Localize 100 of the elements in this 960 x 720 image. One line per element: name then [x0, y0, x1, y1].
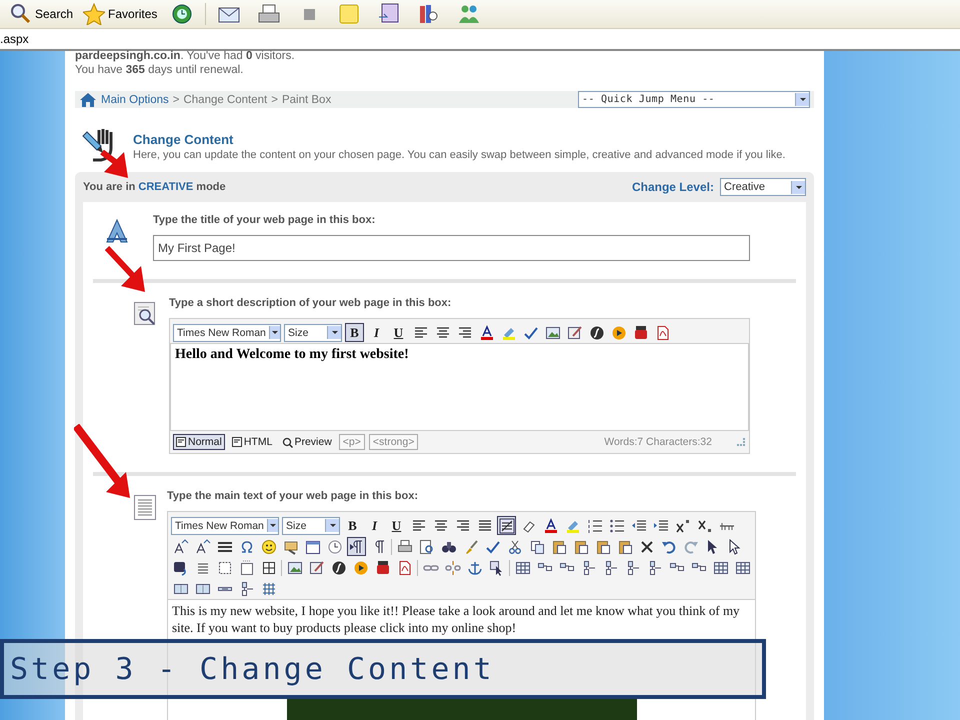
- format-button[interactable]: B: [345, 323, 364, 342]
- format-button[interactable]: I: [365, 516, 384, 535]
- toolbar-button[interactable]: Search: [8, 3, 76, 25]
- print-icon[interactable]: [396, 538, 412, 554]
- history-icon[interactable]: [171, 3, 194, 25]
- br-tag-icon[interactable]: [172, 560, 188, 576]
- home-icon[interactable]: [79, 92, 97, 108]
- pdf-icon[interactable]: [396, 560, 412, 576]
- justify-icon[interactable]: [476, 518, 492, 534]
- edit-image-icon[interactable]: [308, 560, 324, 576]
- breadcrumb-separator: >: [271, 94, 278, 106]
- spellcheck-icon[interactable]: [484, 538, 500, 554]
- flash-icon[interactable]: [330, 560, 346, 576]
- outdent-icon[interactable]: [630, 518, 646, 534]
- clock-icon[interactable]: [326, 538, 342, 554]
- change-level-label: Change Level:: [632, 180, 714, 194]
- align-left-icon[interactable]: [410, 518, 426, 534]
- people-icon[interactable]: [458, 3, 480, 25]
- unlink-icon[interactable]: [444, 560, 460, 576]
- image-icon[interactable]: [286, 560, 302, 576]
- editor-text[interactable]: Hello and Welcome to my first website!: [175, 346, 744, 363]
- cut-icon[interactable]: [506, 538, 522, 554]
- table-icon[interactable]: [712, 560, 728, 576]
- numbered-list-icon[interactable]: [586, 518, 602, 534]
- step-caption: Step 3 - Change Content: [0, 639, 766, 699]
- video-icon[interactable]: [374, 560, 390, 576]
- indent-icon[interactable]: [652, 518, 668, 534]
- level-dropdown[interactable]: Creative: [720, 178, 806, 196]
- format-button[interactable]: B: [343, 516, 362, 535]
- font-dropdown[interactable]: Times New Roman: [171, 516, 279, 534]
- quick-jump-menu[interactable]: -- Quick Jump Menu --: [578, 91, 810, 108]
- video-icon[interactable]: [632, 324, 648, 340]
- cursor-outline-icon[interactable]: [726, 538, 742, 554]
- account-info: pardeepsingh.co.in. You've had 0 visitors.: [75, 49, 296, 63]
- media-icon[interactable]: [352, 560, 368, 576]
- media-icon[interactable]: [610, 324, 626, 340]
- layer-icon[interactable]: [216, 560, 232, 576]
- size-dropdown[interactable]: Size: [282, 516, 340, 534]
- align-right-icon[interactable]: [456, 324, 472, 340]
- pointer-arrow: [100, 150, 128, 178]
- bullet-list-icon[interactable]: [608, 518, 624, 534]
- breadcrumb-separator: >: [172, 94, 180, 106]
- grid-icon[interactable]: [260, 580, 276, 596]
- crosshair-box-icon[interactable]: [260, 560, 276, 576]
- title-field[interactable]: My First Page!: [153, 235, 750, 261]
- normal-mode-icon: [176, 436, 187, 448]
- align-left-icon[interactable]: [412, 324, 428, 340]
- font-color-icon[interactable]: [478, 324, 494, 340]
- format-button[interactable]: U: [387, 516, 406, 535]
- align-right-icon[interactable]: [454, 518, 470, 534]
- document-icon: [133, 494, 157, 521]
- breadcrumb-link[interactable]: Main Options: [101, 94, 169, 106]
- toolbar-button[interactable]: Favorites: [81, 3, 160, 25]
- paragraph-icon[interactable]: [348, 538, 364, 554]
- dropdown-arrow-icon: [268, 523, 277, 528]
- format-button[interactable]: U: [389, 323, 408, 342]
- edit-image-icon[interactable]: [566, 324, 582, 340]
- clean-format-icon[interactable]: [498, 518, 514, 534]
- pointer-arrow: [105, 246, 145, 292]
- dropdown-arrow-icon: [330, 330, 338, 335]
- calendar-icon[interactable]: [304, 538, 320, 554]
- stamp-icon[interactable]: [282, 538, 298, 554]
- paste-icon[interactable]: [550, 538, 566, 554]
- format-button[interactable]: I: [367, 323, 386, 342]
- font-size-icon[interactable]: [172, 538, 188, 554]
- html-mode-icon: [232, 436, 243, 448]
- size-dropdown[interactable]: Size: [284, 324, 342, 342]
- font-size-icon[interactable]: [194, 538, 210, 554]
- copy-icon[interactable]: [528, 538, 544, 554]
- delete-icon[interactable]: [638, 538, 654, 554]
- undo-icon[interactable]: [660, 538, 676, 554]
- mode-tab[interactable]: Normal: [173, 434, 225, 450]
- dashed-box-icon[interactable]: [238, 560, 254, 576]
- spellcheck-icon[interactable]: [522, 324, 538, 340]
- table-icon[interactable]: [734, 560, 750, 576]
- superscript-icon[interactable]: [674, 518, 690, 534]
- smiley-icon[interactable]: [260, 538, 276, 554]
- paste-icon[interactable]: [572, 538, 588, 554]
- printer-icon[interactable]: [258, 3, 280, 25]
- mode-tab[interactable]: Preview: [279, 434, 335, 450]
- align-center-icon[interactable]: [432, 518, 448, 534]
- mode-tab[interactable]: HTML: [228, 434, 276, 450]
- font-color-icon[interactable]: [542, 518, 558, 534]
- flash-icon[interactable]: [588, 324, 604, 340]
- align-center-icon[interactable]: [434, 324, 450, 340]
- image-icon[interactable]: [544, 324, 560, 340]
- select-icon[interactable]: [488, 560, 504, 576]
- table-icon[interactable]: [514, 560, 530, 576]
- editor-text[interactable]: This is my new website, I hope you like it!! Please take a look around and let me know what you think of my site. If you want to buy products please click into my online shop!: [172, 602, 751, 636]
- magnifier-page-icon: [133, 301, 157, 328]
- translate-icon[interactable]: [378, 3, 400, 25]
- anchor-icon[interactable]: [466, 560, 482, 576]
- books-icon[interactable]: [418, 3, 440, 25]
- subscript-icon[interactable]: [696, 518, 712, 534]
- field-prompt: Type the main text of your web page in this box:: [167, 490, 419, 502]
- pdf-icon[interactable]: [654, 324, 670, 340]
- paste-icon[interactable]: [594, 538, 610, 554]
- preview-icon[interactable]: [418, 538, 434, 554]
- paste-icon[interactable]: [616, 538, 632, 554]
- font-dropdown[interactable]: Times New Roman: [173, 324, 281, 342]
